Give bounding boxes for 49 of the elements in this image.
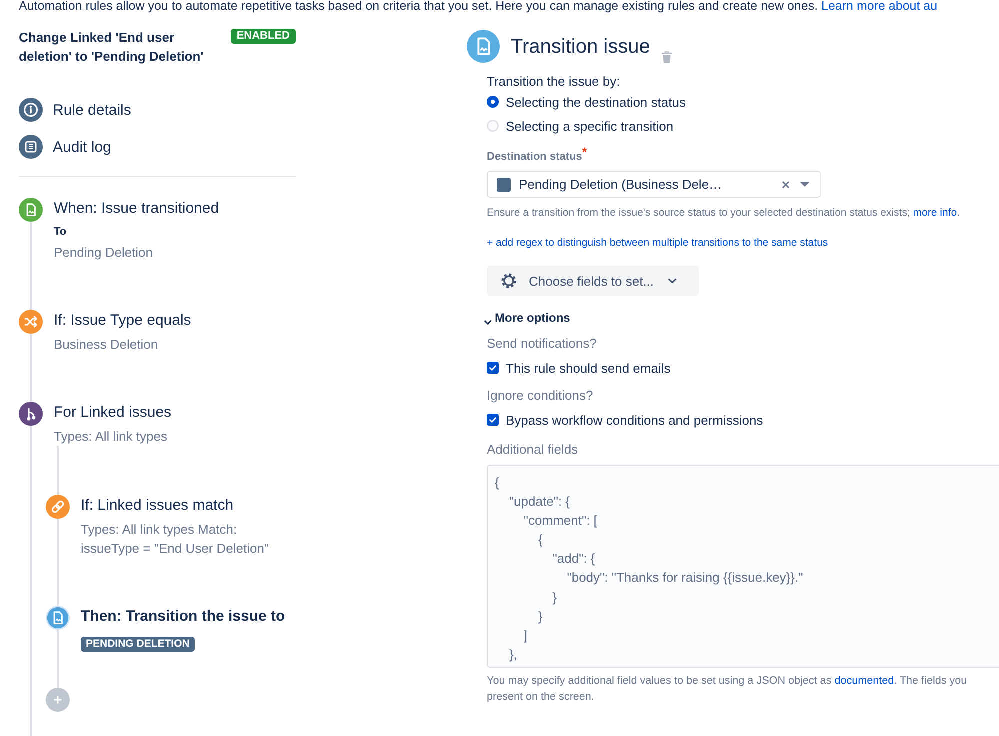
step-detail: Types: All link types Match: issueType = "End User Deletion" xyxy=(81,521,270,558)
document-icon xyxy=(467,30,500,63)
plus-icon xyxy=(53,695,63,705)
checkbox[interactable] xyxy=(487,362,499,374)
add-regex-link[interactable]: + add regex to distinguish between multiple transitions to the same status xyxy=(487,236,828,250)
radio-button[interactable] xyxy=(487,120,499,132)
field-label: Ignore conditions? xyxy=(487,387,594,405)
step-detail: Business Deletion xyxy=(54,336,158,354)
more-options-toggle[interactable]: More options xyxy=(484,310,570,326)
status-badge: ENABLED xyxy=(230,29,296,44)
checkbox-label[interactable]: Bypass workflow conditions and permissions xyxy=(506,412,764,428)
more-info-link[interactable]: more info xyxy=(913,207,958,219)
step-detail: Types: All link types xyxy=(54,428,168,446)
field-label: Additional fields xyxy=(487,441,578,459)
list-icon xyxy=(19,135,43,159)
field-label: Send notifications? xyxy=(487,335,597,353)
learn-more-link[interactable]: Learn more about au xyxy=(822,0,938,13)
settings-icon xyxy=(500,272,518,290)
nav-link[interactable]: Rule details xyxy=(19,98,132,122)
chevron-down-icon xyxy=(668,278,678,284)
info-icon xyxy=(19,98,43,122)
step-title[interactable]: When: Issue transitioned xyxy=(54,198,220,220)
step-title[interactable]: For Linked issues xyxy=(54,402,172,424)
clear-icon[interactable] xyxy=(782,180,790,188)
nav-link[interactable]: Audit log xyxy=(19,135,112,159)
intro-text: Automation rules allow you to automate repetitive tasks based on criteria that you set. Here you can manage existing rules and create new ones. Learn more about au xyxy=(18,0,938,13)
field-label: Transition the issue by: xyxy=(487,73,620,90)
radio-label[interactable]: Selecting the destination status xyxy=(506,94,686,110)
radio-label[interactable]: Selecting a specific transition xyxy=(506,118,674,134)
help-text: Ensure a transition from the issue's source status to your selected destination status exists; more info. xyxy=(487,206,960,220)
caret-icon xyxy=(800,182,810,187)
editor-title: Transition issue xyxy=(511,34,650,60)
help-text: You may specify additional field values to be set using a JSON object as documented. The fields you present on the screen. xyxy=(487,674,968,705)
step-title[interactable]: Then: Transition the issue to xyxy=(81,606,286,628)
chevron-down-icon xyxy=(484,320,492,325)
status-swatch-icon xyxy=(497,178,511,192)
checkbox-label[interactable]: This rule should send emails xyxy=(506,360,671,376)
checkbox[interactable] xyxy=(487,414,499,426)
rule-title: Change Linked 'End user deletion' to 'Pending Deletion' xyxy=(19,29,205,66)
documentation-link[interactable]: documented xyxy=(834,675,894,687)
status-lozenge: PENDING DELETION xyxy=(81,637,195,652)
step-title[interactable]: If: Issue Type equals xyxy=(54,310,192,332)
step-detail: Pending Deletion xyxy=(54,244,154,262)
step-title[interactable]: If: Linked issues match xyxy=(81,495,234,517)
choose-fields-button[interactable]: Choose fields to set... xyxy=(487,266,699,296)
field-label: To xyxy=(54,225,67,240)
additional-fields-input[interactable]: { "update": { "comment": [ { "add": { "body": "Thanks for raising {{issue.key}}." } } ] }, xyxy=(487,465,999,668)
status-select[interactable]: Pending Deletion (Business Dele… xyxy=(487,171,821,198)
radio-button[interactable] xyxy=(487,96,499,108)
